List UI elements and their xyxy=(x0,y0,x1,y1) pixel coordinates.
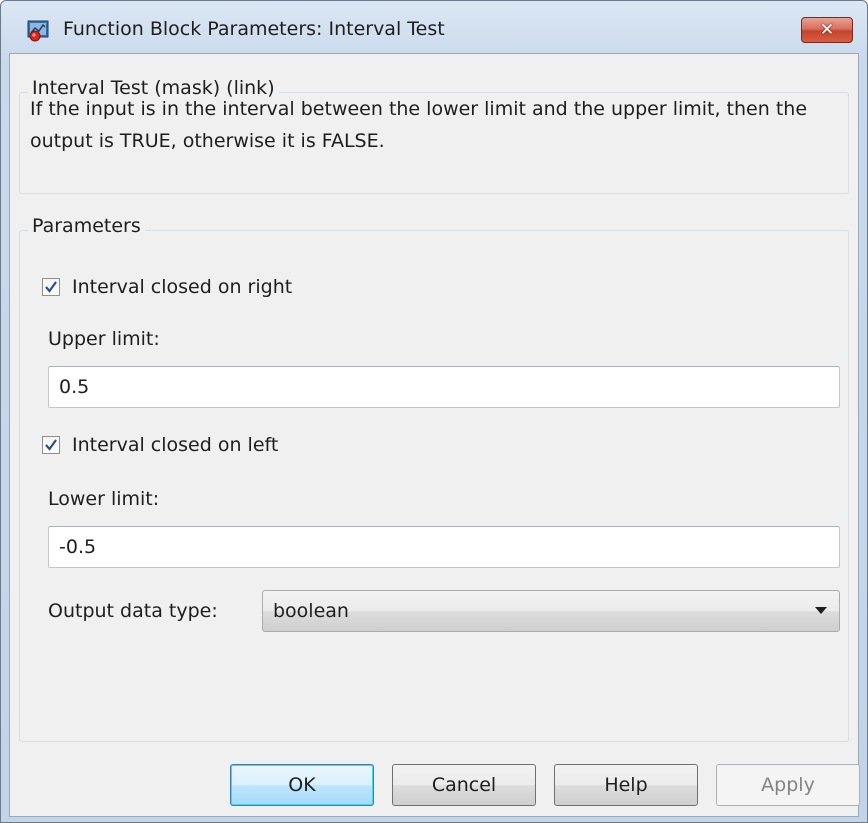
checkmark-icon xyxy=(45,281,57,293)
dialog-content: Interval Test (mask) (link) If the input… xyxy=(9,53,860,817)
closed-left-checkbox-row[interactable]: Interval closed on left xyxy=(42,434,278,456)
window-title: Function Block Parameters: Interval Test xyxy=(63,18,445,40)
upper-limit-label: Upper limit: xyxy=(48,328,160,350)
closed-left-checkbox[interactable] xyxy=(42,436,60,454)
cancel-button[interactable]: Cancel xyxy=(392,764,536,806)
help-button[interactable]: Help xyxy=(554,764,698,806)
simulink-block-icon xyxy=(27,19,51,43)
closed-right-checkbox-row[interactable]: Interval closed on right xyxy=(42,276,292,298)
close-icon: ✕ xyxy=(819,20,835,40)
close-button[interactable]: ✕ xyxy=(801,17,853,43)
output-data-type-select[interactable]: boolean xyxy=(262,590,840,632)
closed-right-checkbox[interactable] xyxy=(42,278,60,296)
ok-button[interactable]: OK xyxy=(230,764,374,806)
dialog-window: Function Block Parameters: Interval Test… xyxy=(0,0,868,823)
upper-limit-input[interactable]: 0.5 xyxy=(48,366,840,408)
checkmark-icon xyxy=(45,439,57,451)
mask-description: If the input is in the interval between … xyxy=(30,98,808,152)
lower-limit-input[interactable]: -0.5 xyxy=(48,526,840,568)
output-data-type-value: boolean xyxy=(273,600,349,622)
mask-description-group: Interval Test (mask) (link) If the input… xyxy=(19,77,849,194)
closed-right-label: Interval closed on right xyxy=(72,276,293,298)
output-data-type-label: Output data type: xyxy=(48,600,218,622)
parameters-group-title: Parameters xyxy=(28,215,145,237)
title-bar[interactable]: Function Block Parameters: Interval Test… xyxy=(1,1,867,53)
apply-button[interactable]: Apply xyxy=(716,764,860,806)
closed-left-label: Interval closed on left xyxy=(72,434,279,456)
chevron-down-icon xyxy=(815,607,827,614)
lower-limit-label: Lower limit: xyxy=(48,488,160,510)
parameters-group: Parameters xyxy=(19,215,849,742)
